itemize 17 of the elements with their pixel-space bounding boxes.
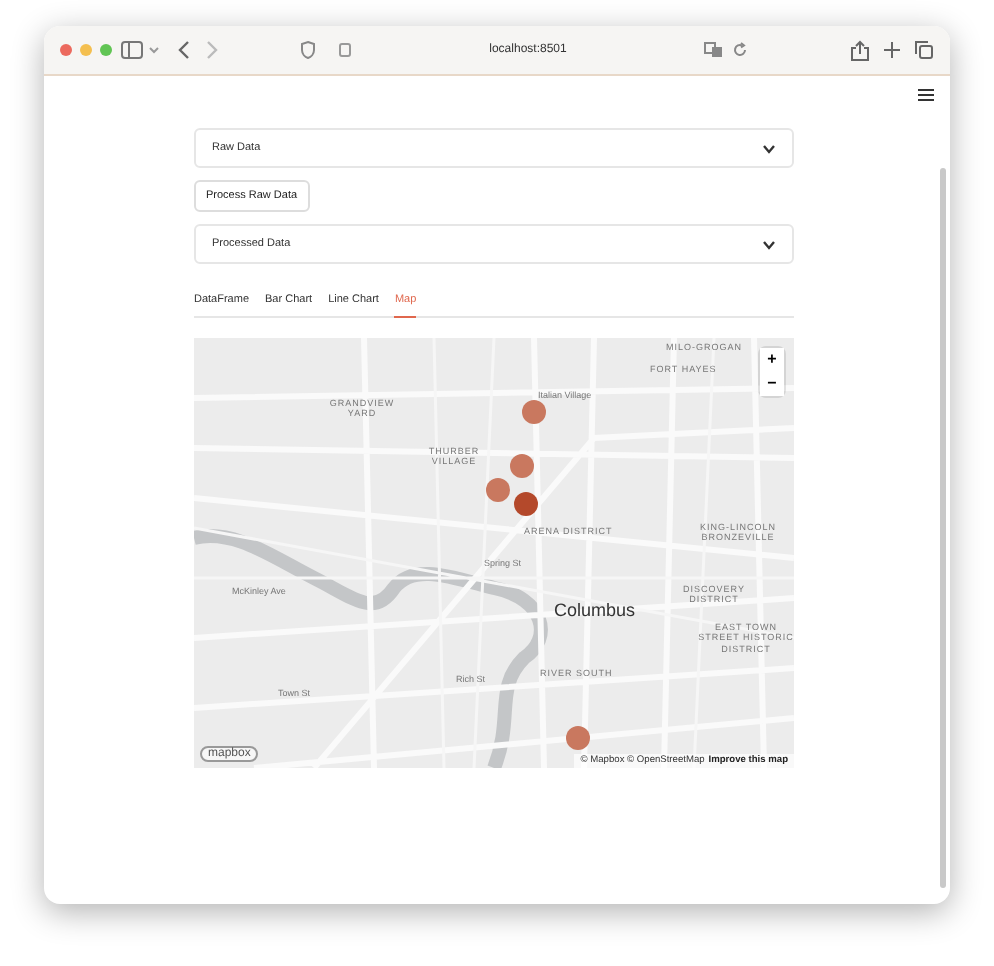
chevron-icon: [762, 143, 776, 153]
close-button[interactable]: [60, 44, 72, 56]
plus-icon[interactable]: [882, 40, 902, 60]
tabs-icon[interactable]: [914, 40, 934, 60]
share-icon[interactable]: [850, 39, 870, 61]
back-icon[interactable]: [176, 40, 192, 60]
scrollbar[interactable]: [940, 168, 946, 888]
forward-icon[interactable]: [204, 40, 220, 60]
sidebar-icon[interactable]: [120, 40, 164, 60]
menu-icon[interactable]: [918, 88, 934, 102]
page-icon: [338, 42, 352, 58]
map-label: Columbus: [554, 600, 636, 620]
chevron-icon: [762, 239, 776, 249]
zoom-button[interactable]: [100, 44, 112, 56]
translate-icon[interactable]: [704, 42, 724, 58]
shield-icon[interactable]: [300, 40, 316, 60]
reload-icon[interactable]: [732, 42, 748, 58]
